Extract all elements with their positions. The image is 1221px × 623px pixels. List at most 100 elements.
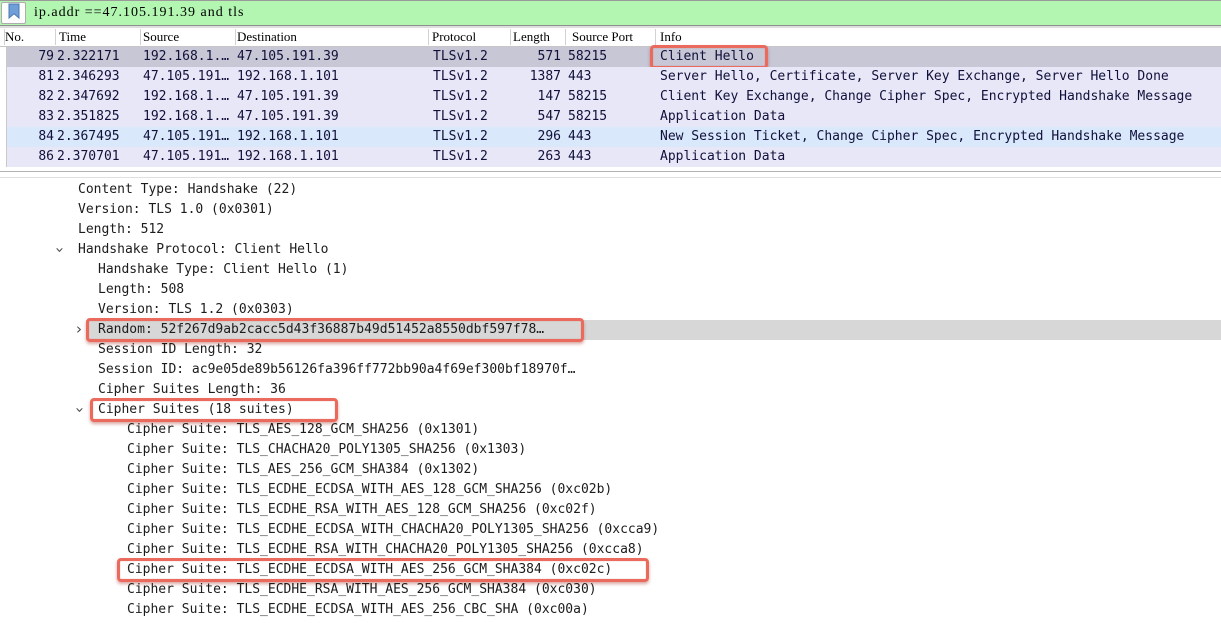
detail-line-text: Cipher Suite: TLS_ECDHE_ECDSA_WITH_CHACH…	[127, 520, 659, 540]
detail-line-text: Cipher Suite: TLS_ECDHE_ECDSA_WITH_AES_1…	[127, 480, 612, 500]
detail-line[interactable]: ›Cipher Suites (18 suites)	[0, 400, 1221, 420]
detail-line[interactable]: Cipher Suite: TLS_ECDHE_ECDSA_WITH_AES_2…	[0, 560, 1221, 580]
detail-line[interactable]: Session ID: ac9e05de89b56126fa396ff772bb…	[0, 360, 1221, 380]
detail-line-text: Random: 52f267d9ab2cacc5d43f36887b49d514…	[98, 320, 544, 340]
cell-source_port: 58215	[568, 107, 654, 127]
cell-time: 2.370701	[57, 147, 139, 167]
cell-no: 79	[7, 47, 54, 67]
column-header-destination[interactable]: Destination	[237, 28, 297, 47]
detail-line[interactable]: Length: 512	[0, 220, 1221, 240]
cell-time: 2.367495	[57, 127, 139, 147]
packet-list: No. Time Source Destination Protocol Length So…	[0, 28, 1221, 167]
detail-line[interactable]: Cipher Suite: TLS_ECDHE_ECDSA_WITH_AES_1…	[0, 480, 1221, 500]
detail-line-text: Handshake Protocol: Client Hello	[78, 240, 328, 260]
detail-line-text: Cipher Suite: TLS_ECDHE_ECDSA_WITH_AES_2…	[127, 560, 612, 580]
detail-line-text: Cipher Suite: TLS_ECDHE_RSA_WITH_AES_256…	[127, 580, 597, 600]
cell-source: 47.105.191…	[143, 67, 234, 87]
cell-time: 2.346293	[57, 67, 139, 87]
detail-line[interactable]: Length: 508	[0, 280, 1221, 300]
display-filter-input[interactable]: ip.addr ==47.105.191.39 and tls	[26, 1, 1221, 25]
detail-line-text: Cipher Suites Length: 36	[98, 380, 286, 400]
packet-row-79[interactable]: 792.322171192.168.1.…47.105.191.39TLSv1.…	[0, 47, 1221, 67]
column-separator[interactable]	[565, 29, 566, 45]
detail-line-text: Cipher Suite: TLS_CHACHA20_POLY1305_SHA2…	[127, 440, 526, 460]
column-header-source[interactable]: Source	[143, 28, 179, 47]
chevron-down-icon[interactable]: ›	[69, 407, 89, 413]
cell-no: 83	[7, 107, 54, 127]
cell-time: 2.322171	[57, 47, 139, 67]
detail-line[interactable]: Cipher Suite: TLS_ECDHE_ECDSA_WITH_AES_2…	[0, 600, 1221, 620]
detail-line[interactable]: Content Type: Handshake (22)	[0, 180, 1221, 200]
detail-line[interactable]: Session ID Length: 32	[0, 340, 1221, 360]
detail-line-text: Length: 508	[98, 280, 184, 300]
wireshark-window: ip.addr ==47.105.191.39 and tls No. Time S…	[0, 0, 1221, 623]
packet-row-81[interactable]: 812.34629347.105.191…192.168.1.101TLSv1.…	[0, 67, 1221, 87]
detail-line-text: Session ID Length: 32	[98, 340, 262, 360]
column-header-no[interactable]: No.	[5, 28, 24, 47]
cell-length: 571	[495, 47, 561, 67]
detail-line-text: Cipher Suite: TLS_AES_128_GCM_SHA256 (0x…	[127, 420, 479, 440]
cell-source_port: 443	[568, 147, 654, 167]
detail-line-text: Cipher Suite: TLS_ECDHE_RSA_WITH_AES_128…	[127, 500, 597, 520]
detail-line[interactable]: Version: TLS 1.0 (0x0301)	[0, 200, 1221, 220]
cell-source_port: 58215	[568, 87, 654, 107]
packet-row-82[interactable]: 822.347692192.168.1.…47.105.191.39TLSv1.…	[0, 87, 1221, 107]
column-header-protocol[interactable]: Protocol	[432, 28, 476, 47]
cell-info: Server Hello, Certificate, Server Key Ex…	[660, 67, 1218, 87]
column-separator[interactable]	[510, 29, 511, 45]
cell-info: New Session Ticket, Change Cipher Spec, …	[660, 127, 1218, 147]
cell-source: 192.168.1.…	[143, 107, 234, 127]
column-separator[interactable]	[655, 29, 656, 45]
cell-source: 47.105.191…	[143, 147, 234, 167]
cell-info: Application Data	[660, 147, 1218, 167]
pane-divider[interactable]	[0, 167, 1221, 180]
detail-line-text: Handshake Type: Client Hello (1)	[98, 260, 348, 280]
cell-length: 296	[495, 127, 561, 147]
cell-destination: 47.105.191.39	[237, 47, 425, 67]
detail-line[interactable]: Cipher Suites Length: 36	[0, 380, 1221, 400]
detail-line-text: Version: TLS 1.2 (0x0303)	[98, 300, 294, 320]
detail-line[interactable]: Cipher Suite: TLS_ECDHE_RSA_WITH_CHACHA2…	[0, 540, 1221, 560]
detail-line[interactable]: Cipher Suite: TLS_ECDHE_ECDSA_WITH_CHACH…	[0, 520, 1221, 540]
detail-line[interactable]: Cipher Suite: TLS_AES_256_GCM_SHA384 (0x…	[0, 460, 1221, 480]
detail-line[interactable]: › Handshake Protocol: Client Hello	[0, 240, 1221, 260]
packet-row-83[interactable]: 832.351825192.168.1.…47.105.191.39TLSv1.…	[0, 107, 1221, 127]
column-header-time[interactable]: Time	[59, 28, 86, 47]
cell-time: 2.347692	[57, 87, 139, 107]
detail-line[interactable]: Cipher Suite: TLS_AES_128_GCM_SHA256 (0x…	[0, 420, 1221, 440]
cell-destination: 192.168.1.101	[237, 147, 425, 167]
cell-length: 263	[495, 147, 561, 167]
cell-time: 2.351825	[57, 107, 139, 127]
column-separator[interactable]	[428, 29, 429, 45]
detail-line-text: Content Type: Handshake (22)	[78, 180, 297, 200]
cell-destination: 192.168.1.101	[237, 67, 425, 87]
detail-line-text: Session ID: ac9e05de89b56126fa396ff772bb…	[98, 360, 575, 380]
cell-info: Client Key Exchange, Change Cipher Spec,…	[660, 87, 1218, 107]
column-header-info[interactable]: Info	[660, 28, 682, 47]
bookmark-icon	[7, 3, 21, 23]
column-header-source-port[interactable]: Source Port	[572, 28, 633, 47]
detail-line[interactable]: Handshake Type: Client Hello (1)	[0, 260, 1221, 280]
filter-bookmark-button[interactable]	[1, 2, 26, 24]
column-separator[interactable]	[140, 29, 141, 45]
detail-line-text: Cipher Suite: TLS_ECDHE_ECDSA_WITH_AES_2…	[127, 600, 589, 620]
detail-line[interactable]: Version: TLS 1.2 (0x0303)	[0, 300, 1221, 320]
chevron-right-icon[interactable]: ›	[76, 320, 82, 340]
detail-line[interactable]: Cipher Suite: TLS_CHACHA20_POLY1305_SHA2…	[0, 440, 1221, 460]
cell-source_port: 58215	[568, 47, 654, 67]
packet-row-86[interactable]: 862.37070147.105.191…192.168.1.101TLSv1.…	[0, 147, 1221, 167]
detail-line-text: Length: 512	[78, 220, 164, 240]
detail-line-text: Version: TLS 1.0 (0x0301)	[78, 200, 274, 220]
detail-line[interactable]: Cipher Suite: TLS_ECDHE_RSA_WITH_AES_256…	[0, 580, 1221, 600]
column-header-length[interactable]: Length	[513, 28, 550, 47]
cell-source_port: 443	[568, 127, 654, 147]
detail-line[interactable]: Cipher Suite: TLS_ECDHE_RSA_WITH_AES_128…	[0, 500, 1221, 520]
detail-line[interactable]: › Random: 52f267d9ab2cacc5d43f36887b49d51…	[0, 320, 1221, 340]
column-separator[interactable]	[4, 29, 5, 45]
packet-row-84[interactable]: 842.36749547.105.191…192.168.1.101TLSv1.…	[0, 127, 1221, 147]
cell-source: 192.168.1.…	[143, 47, 234, 67]
column-separator[interactable]	[235, 29, 236, 45]
column-separator[interactable]	[55, 29, 56, 45]
chevron-down-icon[interactable]: ›	[49, 247, 69, 253]
cell-length: 147	[495, 87, 561, 107]
